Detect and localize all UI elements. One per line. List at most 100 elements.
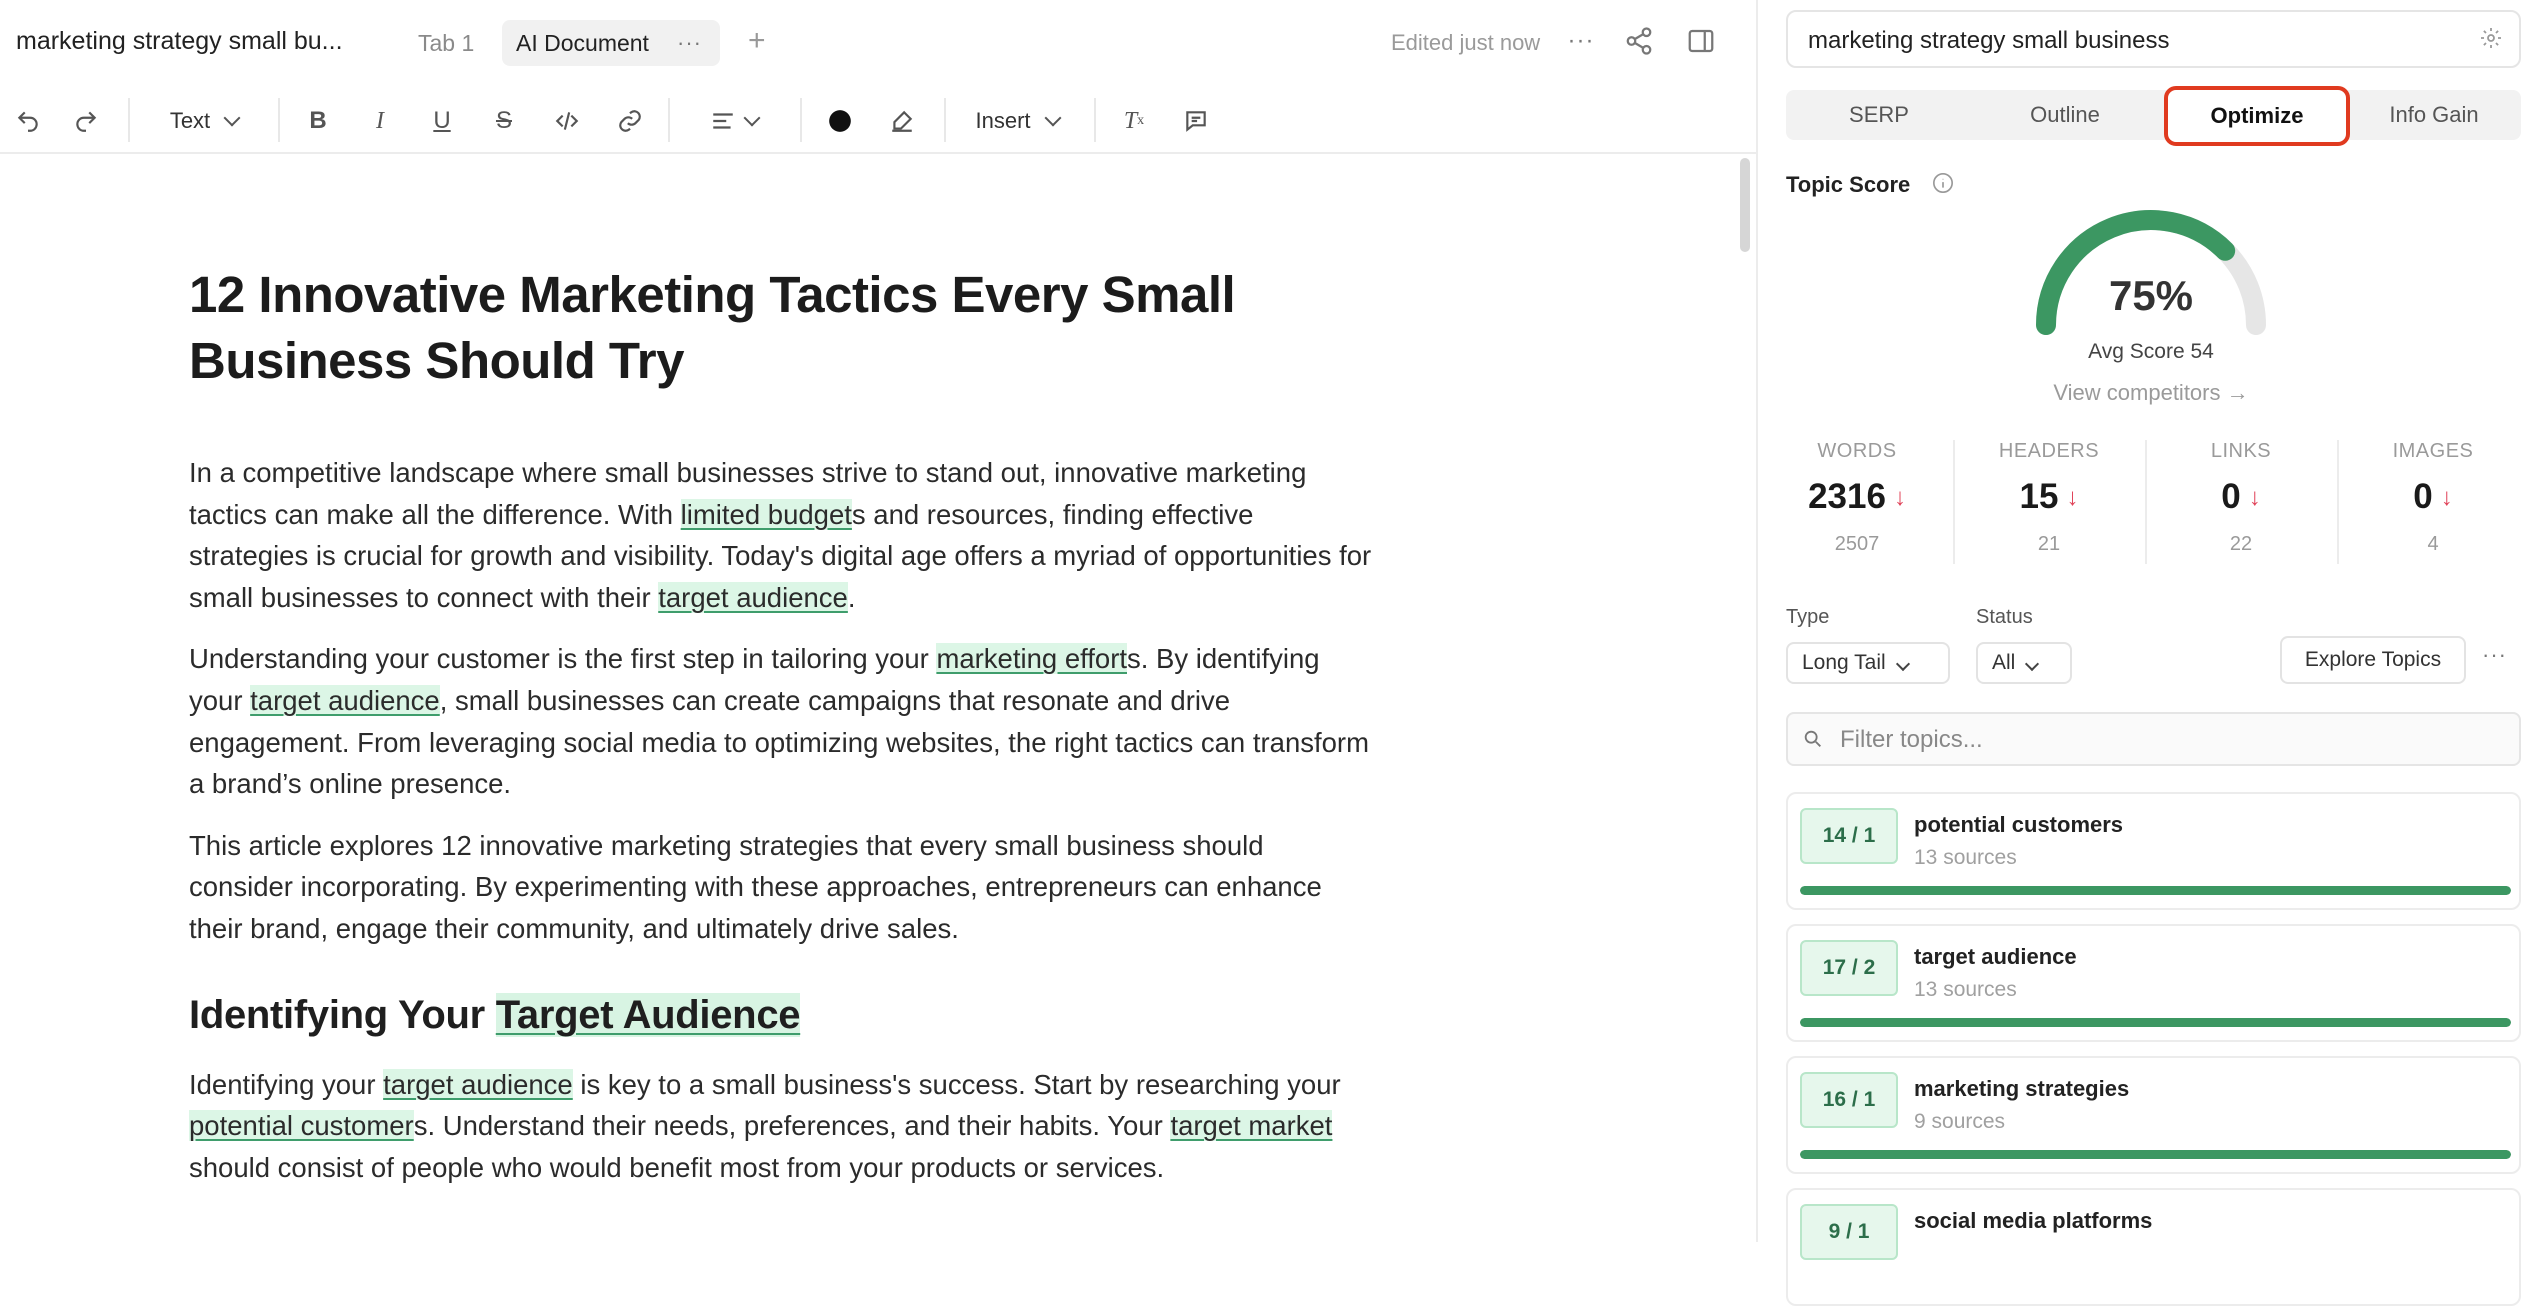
topic-progress-bar [1800, 1150, 2511, 1159]
text-style-dropdown[interactable]: Text [163, 102, 245, 140]
topic-card[interactable]: 17 / 2 target audience 13 sources [1786, 924, 2521, 1042]
arrow-down-icon: ↓ [1893, 484, 1906, 511]
clear-format-icon[interactable]: Tx [1118, 102, 1150, 140]
view-competitors-link[interactable]: View competitors → [1976, 380, 2326, 406]
stat-average: 4 [2427, 533, 2439, 555]
more-options-icon[interactable]: ··· [1564, 26, 1598, 60]
topic-card[interactable]: 16 / 1 marketing strategies 9 sources [1786, 1056, 2521, 1174]
highlighted-topic: limited budget [680, 498, 852, 530]
tab-1[interactable]: Tab 1 [404, 20, 488, 66]
tab-ai-document[interactable]: AI Document ··· [502, 20, 720, 66]
toggle-sidebar-icon[interactable] [1686, 26, 1720, 60]
type-filter-label: Type [1786, 606, 1830, 628]
topic-progress-fill [1800, 1018, 2511, 1027]
sidebar-tabs: SERP Outline Optimize Info Gain [1786, 86, 2524, 146]
gear-icon[interactable] [2479, 26, 2505, 52]
more-options-icon[interactable]: ··· [2482, 642, 2507, 668]
topic-sources: 13 sources [1914, 978, 2017, 1001]
toolbar-divider [1094, 98, 1096, 142]
topic-card[interactable]: 14 / 1 potential customers 13 sources [1786, 792, 2521, 910]
highlighted-topic: target market [1170, 1110, 1333, 1142]
topic-name: social media platforms [1914, 1208, 2153, 1233]
highlighted-topic: potential customer [189, 1110, 414, 1142]
tab-outline[interactable]: Outline [1972, 90, 2158, 140]
section-heading: Identifying Your Target Audience [189, 992, 801, 1037]
stat-value: 0 ↓ [2221, 477, 2261, 516]
stat-value: 15 ↓ [2019, 477, 2079, 516]
topic-count-badge: 14 / 1 [1800, 808, 1898, 864]
stat-words: WORDS 2316 ↓ 2507 [1762, 440, 1952, 556]
topic-progress-fill [1800, 1150, 2511, 1159]
edited-status: Edited just now [1391, 30, 1541, 55]
topic-name: potential customers [1914, 812, 2124, 837]
stat-label: IMAGES [2392, 440, 2474, 462]
tab-info-gain[interactable]: Info Gain [2344, 90, 2524, 140]
paragraph: In a competitive landscape where small b… [189, 457, 1372, 613]
toolbar-divider [278, 98, 280, 142]
chevron-down-icon [2025, 656, 2040, 672]
topic-sources: 13 sources [1914, 846, 2017, 869]
optimization-sidebar: marketing strategy small business SERP O… [1756, 0, 2526, 1306]
stat-value: 0 ↓ [2413, 477, 2453, 516]
redo-icon[interactable] [70, 102, 102, 140]
stat-links: LINKS 0 ↓ 22 [2146, 440, 2336, 556]
highlighted-topic: target audience [658, 581, 848, 613]
text-color-icon[interactable] [826, 102, 854, 140]
stat-label: HEADERS [1998, 440, 2100, 462]
stat-label: LINKS [2210, 440, 2272, 462]
italic-icon[interactable]: I [364, 102, 396, 140]
chevron-down-icon [1895, 656, 1910, 672]
keyword-query-field[interactable]: marketing strategy small business [1786, 10, 2521, 68]
toolbar-divider [944, 98, 946, 142]
topic-sources: 9 sources [1914, 1110, 2006, 1133]
paragraph: Identifying your target audience is key … [189, 1068, 1341, 1183]
highlighted-topic: target audience [383, 1068, 573, 1100]
tab-menu-icon[interactable]: ··· [677, 20, 702, 66]
underline-icon[interactable]: U [426, 102, 458, 140]
document-body[interactable]: 12 Innovative Marketing Tactics Every Sm… [189, 262, 1389, 1188]
tab-optimize[interactable]: Optimize [2164, 86, 2350, 146]
info-icon[interactable] [1932, 172, 1954, 194]
chevron-down-icon [223, 109, 241, 127]
stat-average: 2507 [1834, 533, 1880, 555]
topic-count-badge: 16 / 1 [1800, 1072, 1898, 1128]
arrow-down-icon: ↓ [2440, 484, 2453, 511]
editor-scrollbar[interactable] [1740, 158, 1750, 252]
tab-serp[interactable]: SERP [1786, 90, 1972, 140]
filter-topics-input[interactable] [1838, 720, 2502, 760]
topic-progress-bar [1800, 886, 2511, 895]
comment-icon[interactable] [1180, 102, 1212, 140]
align-icon[interactable] [704, 102, 764, 140]
filter-topics-field[interactable] [1786, 712, 2521, 766]
type-select[interactable]: Long Tail [1786, 642, 1950, 684]
formatting-toolbar: Text B I U S Insert Tx [0, 90, 1756, 154]
stat-value: 2316 ↓ [1808, 477, 1906, 516]
toolbar-divider [128, 98, 130, 142]
undo-icon[interactable] [12, 102, 44, 140]
bold-icon[interactable]: B [302, 102, 334, 140]
stat-average: 22 [2229, 533, 2253, 555]
share-icon[interactable] [1624, 26, 1658, 60]
document-heading: 12 Innovative Marketing Tactics Every Sm… [189, 266, 1236, 389]
topic-count-badge: 9 / 1 [1800, 1204, 1898, 1260]
strikethrough-icon[interactable]: S [488, 102, 520, 140]
topic-progress-fill [1800, 886, 2511, 895]
code-icon[interactable] [550, 102, 584, 140]
document-title[interactable]: marketing strategy small bu... [16, 27, 343, 56]
topic-card[interactable]: 9 / 1 social media platforms [1786, 1188, 2521, 1306]
insert-label: Insert [975, 108, 1031, 133]
editor-pane: marketing strategy small bu... Tab 1 AI … [0, 0, 1756, 1242]
highlight-icon[interactable] [886, 102, 918, 140]
insert-dropdown[interactable]: Insert [970, 102, 1064, 140]
topic-count-badge: 17 / 2 [1800, 940, 1898, 996]
stat-images: IMAGES 0 ↓ 4 [2338, 440, 2526, 556]
link-icon[interactable] [614, 102, 646, 140]
explore-topics-button[interactable]: Explore Topics [2280, 636, 2466, 684]
status-select[interactable]: All [1976, 642, 2072, 684]
paragraph: This article explores 12 innovative mark… [189, 829, 1322, 944]
highlighted-topic: marketing effort [936, 643, 1127, 675]
topic-name: marketing strategies [1914, 1076, 2130, 1101]
highlighted-topic: Target Audience [495, 992, 801, 1037]
search-icon [1802, 728, 1824, 750]
add-tab-button[interactable]: + [748, 24, 766, 58]
